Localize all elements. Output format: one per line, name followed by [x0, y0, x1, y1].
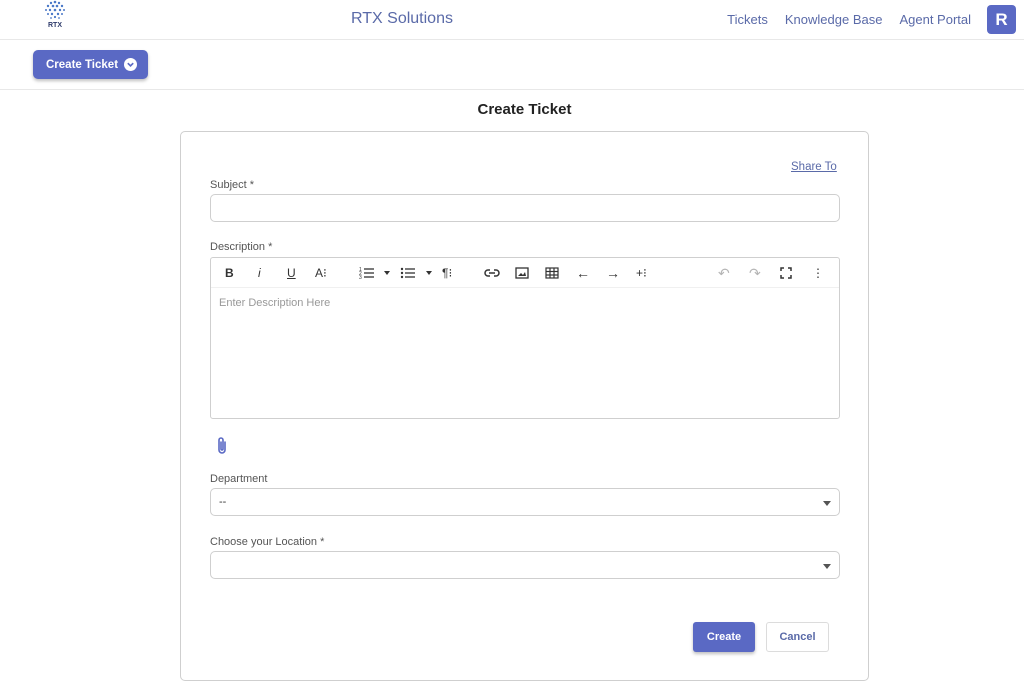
create-button[interactable]: Create — [693, 622, 755, 652]
link-icon — [484, 269, 500, 277]
department-label: Department — [210, 473, 268, 485]
department-selected-value: -- — [219, 496, 227, 508]
create-ticket-dropdown-button[interactable]: Create Ticket — [33, 50, 148, 79]
bold-button[interactable]: B — [225, 265, 234, 281]
more-options-button[interactable]: ⋮ — [812, 265, 824, 281]
action-bar: Create Ticket — [0, 40, 1024, 90]
share-to-link[interactable]: Share To — [791, 161, 837, 173]
image-button[interactable] — [515, 265, 529, 281]
table-button[interactable] — [545, 265, 559, 281]
nav-knowledge-base[interactable]: Knowledge Base — [785, 12, 883, 27]
location-select[interactable] — [210, 551, 840, 579]
location-label: Choose your Location * — [210, 536, 325, 548]
insert-button[interactable]: +⁝ — [636, 265, 647, 281]
description-editor[interactable]: B i U A⁝ 123 ¶⁝ ← → +⁝ ↶ ↷ ⋮ Enter Descr… — [210, 257, 840, 419]
ordered-list-dropdown[interactable] — [384, 265, 390, 281]
nav-agent-portal[interactable]: Agent Portal — [899, 12, 971, 27]
main-nav: Tickets Knowledge Base Agent Portal — [727, 12, 971, 27]
description-placeholder: Enter Description Here — [219, 297, 331, 309]
link-button[interactable] — [484, 265, 500, 281]
subject-label: Subject * — [210, 179, 255, 191]
unordered-list-dropdown[interactable] — [426, 265, 432, 281]
unordered-list-button[interactable] — [400, 265, 416, 281]
subject-input[interactable] — [210, 194, 840, 222]
unordered-list-icon — [400, 267, 415, 279]
ordered-list-icon: 123 — [359, 267, 374, 280]
italic-button[interactable]: i — [258, 265, 261, 281]
dropdown-caret-icon — [823, 564, 831, 569]
user-avatar[interactable]: R — [987, 5, 1016, 34]
fullscreen-icon — [780, 267, 792, 279]
brand-title: RTX Solutions — [0, 10, 804, 28]
attachment-paperclip-icon[interactable] — [215, 436, 229, 456]
cancel-button[interactable]: Cancel — [766, 622, 829, 652]
undo-button[interactable]: ↶ — [718, 265, 730, 281]
top-navbar: RTX RTX Solutions Tickets Knowledge Base… — [0, 0, 1024, 40]
outdent-button[interactable]: ← — [576, 265, 590, 281]
dropdown-caret-icon — [823, 501, 831, 506]
paragraph-button[interactable]: ¶⁝ — [442, 265, 452, 281]
font-size-button[interactable]: A⁝ — [315, 265, 327, 281]
fullscreen-button[interactable] — [780, 265, 792, 281]
editor-toolbar: B i U A⁝ 123 ¶⁝ ← → +⁝ ↶ ↷ ⋮ — [211, 258, 839, 288]
nav-tickets[interactable]: Tickets — [727, 12, 768, 27]
redo-button[interactable]: ↷ — [749, 265, 761, 281]
underline-button[interactable]: U — [287, 265, 296, 281]
ordered-list-button[interactable]: 123 — [359, 265, 375, 281]
description-label: Description * — [210, 241, 273, 253]
brand-title-text: RTX Solutions — [351, 10, 453, 27]
create-ticket-label: Create Ticket — [46, 58, 119, 71]
department-select[interactable]: -- — [210, 488, 840, 516]
caret-down-icon — [426, 271, 432, 275]
page-title: Create Ticket — [477, 101, 572, 118]
svg-text:3: 3 — [359, 275, 362, 280]
image-icon — [515, 267, 529, 279]
indent-button[interactable]: → — [606, 265, 620, 281]
caret-down-icon — [384, 271, 390, 275]
create-ticket-form: Share To Subject * Description * B i U A… — [180, 131, 869, 681]
table-icon — [545, 267, 559, 279]
chevron-down-icon — [124, 58, 138, 71]
